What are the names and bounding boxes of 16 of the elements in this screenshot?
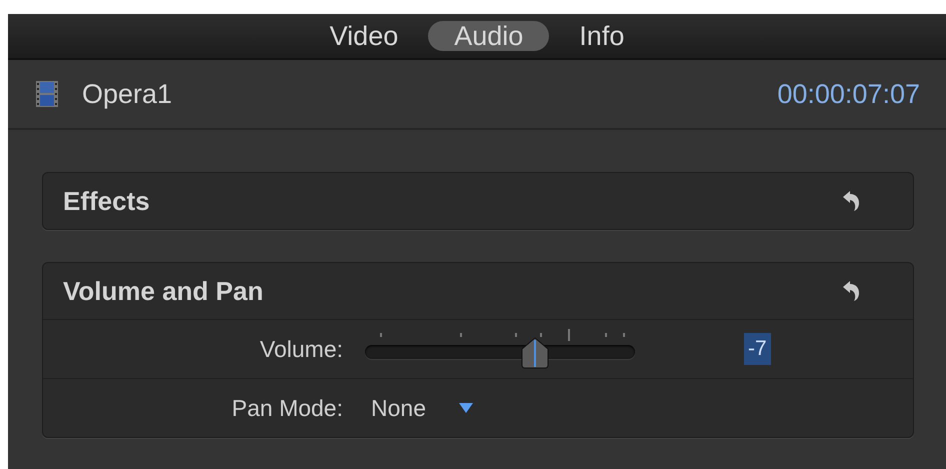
pan-mode-popup[interactable]: None <box>371 390 474 426</box>
timecode: 00:00:07:07 <box>777 78 920 111</box>
volume-value[interactable]: -7 <box>744 333 771 365</box>
section-title: Volume and Pan <box>63 274 264 308</box>
tab[interactable]: Video <box>304 21 424 51</box>
film-icon <box>36 81 58 107</box>
slider-thumb[interactable] <box>521 337 550 369</box>
clip-name: Opera1 <box>82 78 172 111</box>
field-label: Pan Mode: <box>230 394 343 423</box>
section-title: Effects <box>63 184 150 218</box>
tab[interactable]: Info <box>553 21 650 51</box>
tab[interactable]: Audio <box>428 21 550 51</box>
field-label: Volume: <box>258 334 343 364</box>
reset-icon[interactable] <box>841 280 861 302</box>
dropdown-arrow-icon[interactable] <box>458 402 474 414</box>
reset-icon[interactable] <box>841 190 861 212</box>
